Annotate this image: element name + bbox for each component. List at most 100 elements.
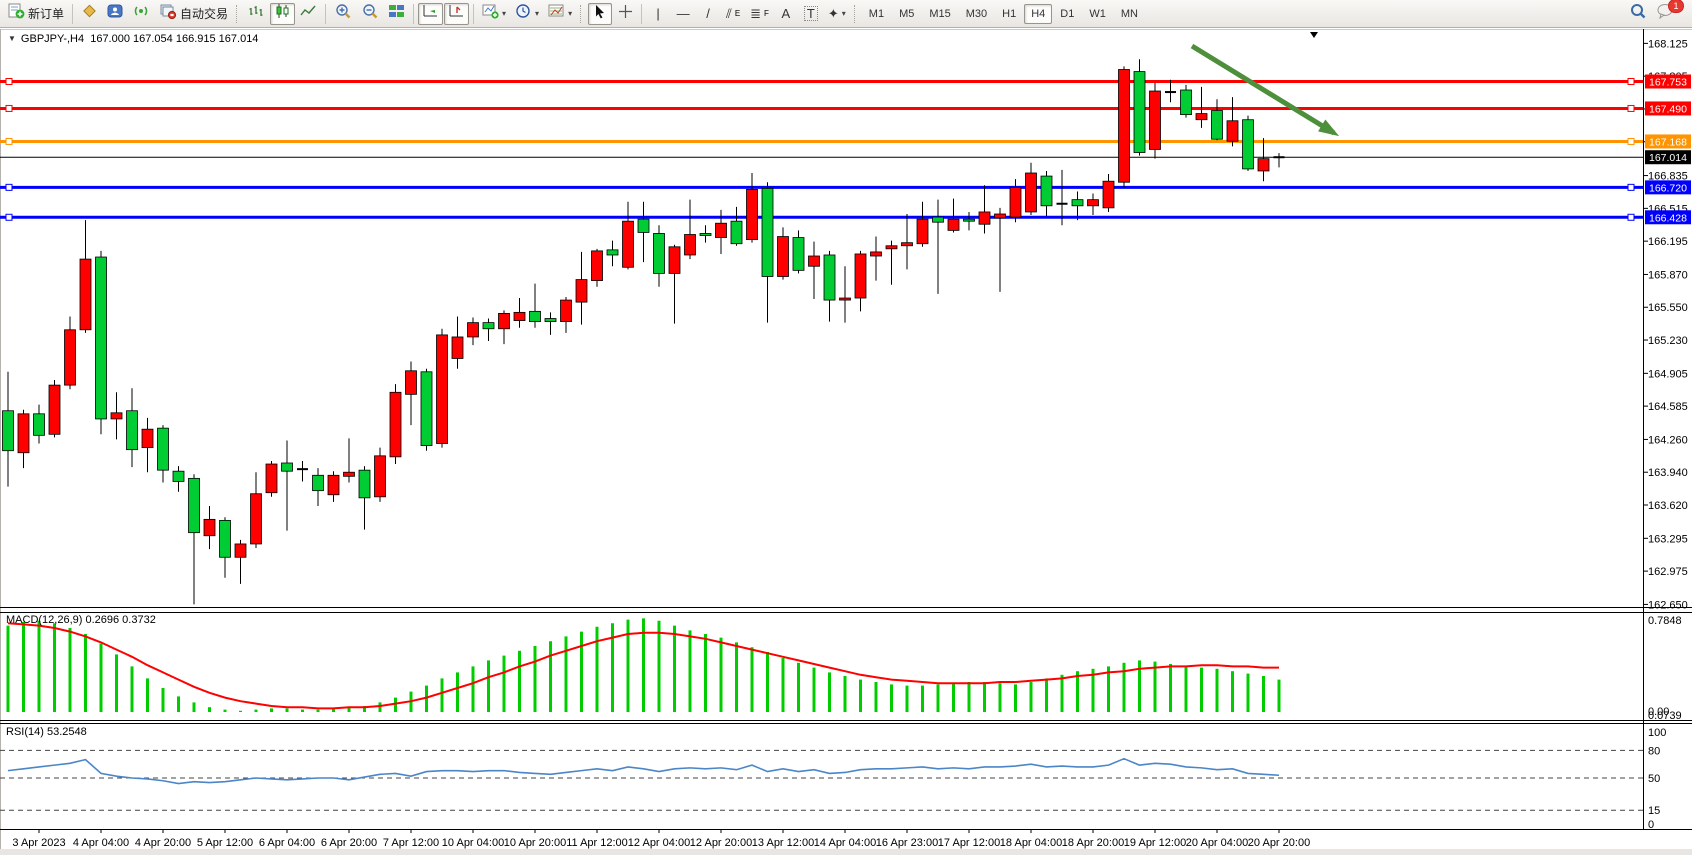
hline-handle[interactable] <box>1628 214 1634 220</box>
candle-body <box>747 189 758 239</box>
timeframe-w1[interactable]: W1 <box>1082 4 1113 24</box>
indicators-button[interactable]: ▾ <box>478 3 510 25</box>
timeframe-m15[interactable]: M15 <box>922 4 957 24</box>
hline-166.428[interactable] <box>0 210 1691 224</box>
horizontal-line-button[interactable]: — <box>671 3 695 25</box>
price-tick-label: 166.195 <box>1648 236 1688 248</box>
crosshair-button[interactable] <box>613 3 637 25</box>
candle-body <box>716 223 727 237</box>
rsi-axis-label: 0 <box>1648 819 1654 831</box>
candlestick-chart-button[interactable] <box>270 3 295 25</box>
candlestick <box>297 461 308 481</box>
candlestick <box>623 202 634 270</box>
candle-body <box>189 478 200 532</box>
candlestick <box>685 200 696 259</box>
hline-handle[interactable] <box>6 184 12 190</box>
candlestick <box>375 448 386 502</box>
channel-icon: ⫽ <box>726 7 732 20</box>
hline-166.720[interactable] <box>0 180 1691 194</box>
periods-button[interactable]: ▾ <box>511 3 543 25</box>
candlestick <box>313 468 324 506</box>
time-label: 3 Apr 2023 <box>12 837 65 849</box>
candle-body <box>762 188 773 276</box>
timeframe-d1[interactable]: D1 <box>1053 4 1081 24</box>
arrows-button[interactable]: ✦▾ <box>824 3 850 25</box>
candlestick <box>282 440 293 530</box>
hline-handle[interactable] <box>6 214 12 220</box>
candlestick <box>1041 171 1052 216</box>
candle-body <box>158 428 169 470</box>
tile-windows-button[interactable] <box>384 3 409 25</box>
candle-body <box>576 280 587 303</box>
bar-chart-button[interactable] <box>244 3 269 25</box>
channel-button[interactable]: ⫽E <box>721 3 745 25</box>
new-order-button[interactable]: 新订单 <box>4 3 68 25</box>
vertical-line-button[interactable]: | <box>646 3 670 25</box>
candlestick <box>576 252 587 325</box>
trendline-button[interactable]: / <box>696 3 720 25</box>
price-tick-label: 164.905 <box>1648 368 1688 380</box>
hline-handle[interactable] <box>6 138 12 144</box>
text-label-button[interactable]: T <box>799 3 823 25</box>
candle-body <box>1258 159 1269 171</box>
notification-badge: 1 <box>1668 0 1684 13</box>
time-label: 16 Apr 23:00 <box>876 837 938 849</box>
fibonacci-icon: ≣ <box>750 7 761 20</box>
cursor-button[interactable] <box>588 3 612 25</box>
price-tick-label: 164.585 <box>1648 401 1688 413</box>
timeframe-h1[interactable]: H1 <box>995 4 1023 24</box>
hline-handle[interactable] <box>1628 105 1634 111</box>
price-tick-label: 163.295 <box>1648 533 1688 545</box>
candle-body <box>700 233 711 235</box>
trend-arrow-head[interactable] <box>1318 120 1339 137</box>
timeframe-m1[interactable]: M1 <box>862 4 891 24</box>
title-toggle-icon[interactable]: ▼ <box>8 34 16 43</box>
hline-167.168[interactable] <box>0 134 1691 148</box>
hline-handle[interactable] <box>1628 138 1634 144</box>
timeframe-m30[interactable]: M30 <box>959 4 994 24</box>
timeframe-mn[interactable]: MN <box>1114 4 1145 24</box>
line-chart-button[interactable] <box>296 3 321 25</box>
candle-body <box>452 337 463 359</box>
fibonacci-button[interactable]: ≣F <box>746 3 773 25</box>
autotrading-button[interactable]: 自动交易 <box>155 3 232 25</box>
candle-body <box>685 234 696 254</box>
chart-shift-button[interactable] <box>444 3 469 25</box>
search-button[interactable] <box>1625 3 1651 25</box>
hline-handle[interactable] <box>6 79 12 85</box>
price-badge-label: 166.720 <box>1649 182 1687 194</box>
chart-canvas[interactable]: 168.125167.805167.485167.165166.835166.5… <box>0 29 1692 855</box>
zoom-in-button[interactable] <box>330 3 356 25</box>
candlestick <box>793 230 804 273</box>
timeframe-m5[interactable]: M5 <box>892 4 921 24</box>
macd-axis-label: 0.0739 <box>1648 710 1682 722</box>
hline-handle[interactable] <box>1628 79 1634 85</box>
candlestick <box>1010 179 1021 222</box>
indicators-icon <box>482 3 499 24</box>
news-button[interactable] <box>129 3 154 25</box>
auto-scroll-icon <box>422 3 439 24</box>
candle-body <box>266 464 277 493</box>
candlestick <box>235 540 246 584</box>
chevron-down-icon: ▾ <box>502 10 506 18</box>
notifications-button[interactable]: 1 <box>1652 3 1678 25</box>
community-button[interactable] <box>103 3 128 25</box>
candle-body <box>731 221 742 244</box>
text-tool-button[interactable]: A <box>774 3 798 25</box>
market-button[interactable] <box>77 3 102 25</box>
templates-button[interactable]: ▾ <box>544 3 576 25</box>
candlestick <box>437 329 448 448</box>
candlestick <box>1165 80 1176 103</box>
hline-handle[interactable] <box>6 105 12 111</box>
timeframe-h4[interactable]: H4 <box>1024 4 1052 24</box>
candlestick <box>809 242 820 299</box>
hline-167.490[interactable] <box>0 101 1691 115</box>
candle-body <box>328 475 339 494</box>
hline-167.753[interactable] <box>0 75 1691 89</box>
hline-handle[interactable] <box>1628 184 1634 190</box>
fibo-letter: F <box>764 9 769 18</box>
candlestick <box>127 388 138 467</box>
auto-scroll-button[interactable] <box>418 3 443 25</box>
candle-body <box>654 233 665 273</box>
zoom-out-button[interactable] <box>357 3 383 25</box>
